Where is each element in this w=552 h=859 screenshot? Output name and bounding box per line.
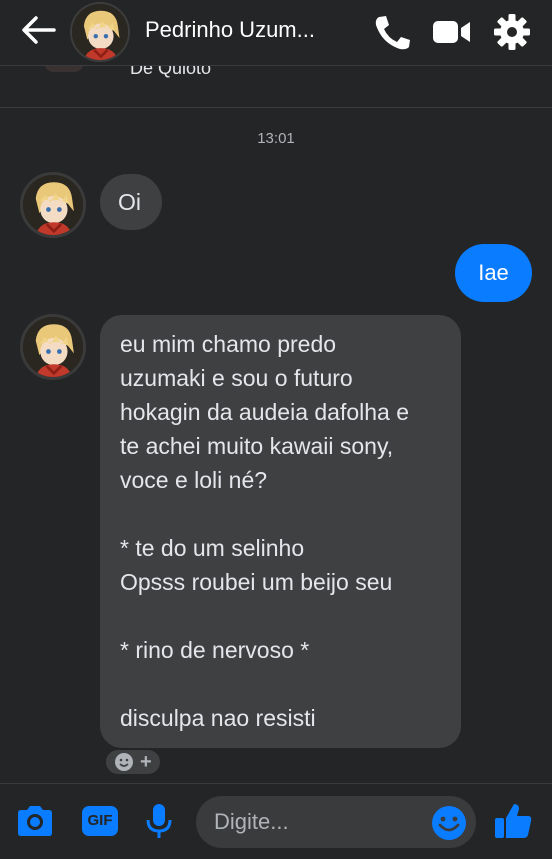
arrow-left-icon bbox=[22, 16, 56, 44]
incoming-message-bubble[interactable]: eu mim chamo predo uzumaki e sou o futur… bbox=[100, 315, 461, 748]
clipped-profile-image bbox=[44, 66, 84, 72]
phone-icon bbox=[375, 16, 410, 50]
anime-avatar-image bbox=[23, 175, 83, 235]
incoming-message-bubble[interactable]: Oi bbox=[100, 174, 162, 230]
gear-icon bbox=[494, 14, 530, 50]
settings-button[interactable] bbox=[490, 12, 534, 52]
reaction-plus: + bbox=[140, 751, 152, 773]
camera-button[interactable] bbox=[14, 800, 56, 842]
video-call-button[interactable] bbox=[430, 12, 474, 52]
video-camera-icon bbox=[433, 21, 470, 43]
sender-avatar[interactable] bbox=[20, 314, 86, 380]
smiley-icon bbox=[432, 806, 466, 840]
contact-avatar[interactable] bbox=[70, 2, 130, 62]
message-input[interactable]: Digite... bbox=[196, 796, 476, 848]
gif-button[interactable]: GIF bbox=[80, 800, 122, 842]
thumbs-up-icon bbox=[495, 804, 532, 838]
message-composer: GIF Digite... bbox=[0, 783, 552, 859]
back-button[interactable] bbox=[16, 12, 60, 48]
anime-avatar-image bbox=[23, 317, 83, 377]
chat-header: Pedrinho Uzum... bbox=[0, 0, 552, 66]
add-reaction-icon bbox=[115, 753, 133, 771]
outgoing-message-bubble[interactable]: Iae bbox=[455, 244, 532, 302]
microphone-icon bbox=[146, 804, 172, 838]
sender-avatar[interactable] bbox=[20, 172, 86, 238]
camera-icon bbox=[18, 806, 52, 836]
microphone-button[interactable] bbox=[138, 800, 180, 842]
scrolled-profile-strip: De Quioto bbox=[0, 66, 552, 108]
message-input-placeholder: Digite... bbox=[214, 809, 289, 834]
contact-name[interactable]: Pedrinho Uzum... bbox=[145, 17, 355, 43]
anime-avatar-image bbox=[72, 4, 128, 60]
add-reaction-button[interactable]: + bbox=[104, 748, 162, 776]
chat-screen: Pedrinho Uzum... De Quioto 13:01 Oi Iae … bbox=[0, 0, 552, 859]
call-button[interactable] bbox=[370, 12, 414, 52]
gif-label: GIF bbox=[87, 812, 113, 829]
clipped-profile-text: De Quioto bbox=[130, 66, 212, 78]
like-button[interactable] bbox=[492, 800, 534, 842]
emoji-button[interactable] bbox=[430, 804, 468, 842]
message-timestamp: 13:01 bbox=[257, 130, 295, 147]
